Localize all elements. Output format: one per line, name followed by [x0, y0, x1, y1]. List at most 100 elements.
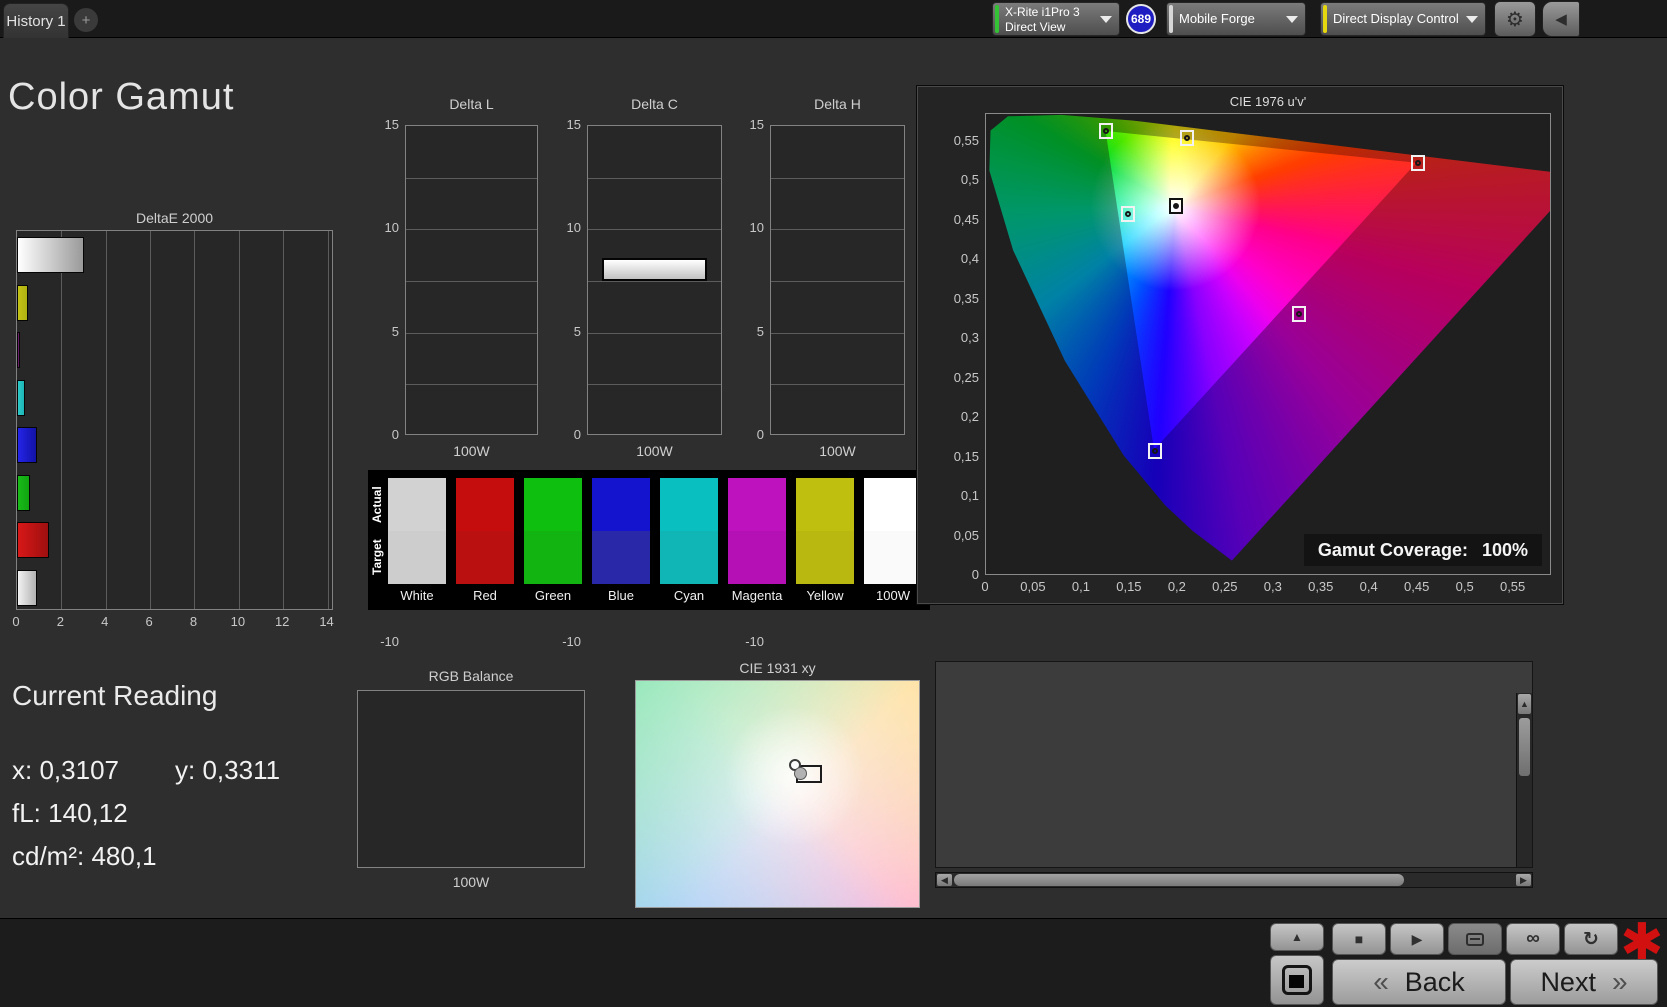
- delta-chart-plot: [770, 125, 905, 435]
- deltae-xtick: 14: [319, 614, 334, 629]
- pattern-series-button[interactable]: [1448, 923, 1502, 955]
- vertical-scroll-thumb[interactable]: [1519, 718, 1530, 776]
- swatch-actual-green: [524, 478, 582, 531]
- deltae-gridline: [194, 231, 196, 609]
- cie1931-title: CIE 1931 xy: [739, 660, 816, 676]
- swatch-target-blue: [592, 531, 650, 584]
- workflow-dropdown[interactable]: Direct Display Control: [1320, 2, 1486, 36]
- deltae-xtick: 12: [274, 614, 290, 629]
- cie1976-ytick: 0,15: [953, 448, 979, 464]
- marker-dot: [1124, 211, 1131, 218]
- gamut-coverage: Gamut Coverage: 100%: [1303, 534, 1542, 566]
- swatch-label: Blue: [607, 588, 635, 603]
- swatch-target-white: [388, 531, 446, 584]
- delta-gridline: [406, 281, 537, 282]
- deltae-bar-red: [17, 522, 49, 558]
- next-label: Next: [1540, 966, 1596, 997]
- swatch-label: White: [400, 588, 434, 603]
- scroll-left-icon[interactable]: ◀: [937, 874, 952, 886]
- swatch-actual-white: [388, 478, 446, 531]
- cie1931-actual-circle: [794, 767, 807, 780]
- workflow-status-stripe: [1323, 5, 1327, 33]
- chevron-down-icon: [1286, 16, 1298, 23]
- marker-dot: [1414, 159, 1421, 166]
- cie1976-xtick: 0: [981, 579, 989, 594]
- back-chevron-icon: «: [1373, 966, 1389, 997]
- swatch-actual-magenta: [728, 478, 786, 531]
- scroll-up-icon[interactable]: ▲: [1518, 694, 1531, 714]
- delta-bar: [602, 258, 707, 281]
- reading-fl-value: 140,12: [48, 798, 128, 828]
- loop-button[interactable]: ↻: [1564, 923, 1618, 955]
- reading-y-value: 0,3311: [202, 755, 281, 785]
- deltae-bar-yellow: [17, 284, 28, 321]
- reading-y: y: 0,3311: [175, 755, 280, 786]
- cie1976-marker-green: [1098, 123, 1113, 140]
- collapse-panel-button[interactable]: ◀: [1542, 1, 1580, 37]
- settings-button[interactable]: ⚙: [1494, 1, 1536, 37]
- delta-gridline: [588, 332, 721, 334]
- source-dropdown[interactable]: Mobile Forge: [1166, 2, 1306, 36]
- meter-name: X-Rite i1Pro 3: [1005, 5, 1080, 19]
- stop-icon: ■: [1354, 931, 1364, 947]
- cie1976-ytick: 0,2: [960, 409, 979, 425]
- swatch-label: 100W: [876, 588, 910, 603]
- reading-cd: cd/m²: 480,1: [12, 841, 157, 872]
- pattern-window-button[interactable]: [1270, 955, 1324, 1005]
- tab-history-1[interactable]: History 1: [3, 3, 69, 38]
- table-vertical-scrollbar[interactable]: ▲: [1516, 693, 1532, 867]
- cie1976-marker-red: [1410, 154, 1425, 171]
- swatch-actual-yellow: [796, 478, 854, 531]
- cie1976-panel: CIE 1976 u'v' Gamut Coverage: 100% 0,55 0…: [916, 85, 1564, 605]
- delta-gridline: [406, 384, 537, 386]
- cie1976-ytick: 0,1: [960, 488, 979, 504]
- cie1976-ytick: 0,5: [960, 172, 979, 188]
- table-horizontal-scrollbar[interactable]: ◀ ▶: [935, 872, 1533, 888]
- delta-chart-delta-l: Delta L151050-5-10-15100W: [365, 96, 538, 752]
- play-button[interactable]: ▶: [1390, 923, 1444, 955]
- back-button[interactable]: « Back: [1332, 959, 1506, 1005]
- pattern-window-up-button[interactable]: ▲: [1270, 923, 1324, 951]
- cie1976-marker-whitepoint: [1168, 198, 1183, 215]
- cie1976-xtick: 0,3: [1263, 579, 1282, 594]
- swatch-actual-100w: [864, 478, 922, 531]
- reading-x-label: x:: [12, 755, 33, 785]
- meter-dropdown[interactable]: X-Rite i1Pro 3 Direct View: [992, 2, 1120, 36]
- cie1976-xtick: 0,35: [1308, 579, 1334, 594]
- top-toolbar: History 1 + X-Rite i1Pro 3 Direct View 6…: [0, 0, 1667, 38]
- delta-gridline: [771, 177, 904, 179]
- gamut-coverage-value: 100%: [1481, 539, 1528, 560]
- deltae-xtick: 6: [145, 614, 153, 629]
- delta-gridline: [406, 332, 537, 334]
- rgb-balance-plot: [357, 690, 585, 868]
- deltae-gridline: [150, 231, 152, 609]
- marker-dot: [1172, 203, 1179, 210]
- deltae-bar-magenta: [17, 332, 20, 368]
- chevron-down-icon: [1100, 16, 1112, 23]
- loop-icon: ↻: [1583, 928, 1599, 950]
- swatch-target-100w: [864, 531, 922, 584]
- delta-chart-xlabel: 100W: [636, 443, 673, 459]
- delta-ytick: 10: [566, 220, 581, 236]
- bottom-pattern-bar: ▲ ■ ▶ ∞ ↻ ✱ « Back Next »: [0, 914, 1667, 1007]
- source-name: Mobile Forge: [1179, 11, 1255, 26]
- delta-ytick: 15: [566, 117, 581, 132]
- horizontal-scroll-thumb[interactable]: [954, 874, 1404, 886]
- next-button[interactable]: Next »: [1510, 959, 1658, 1005]
- add-tab-button[interactable]: +: [74, 8, 98, 32]
- delta-chart-title: Delta H: [814, 96, 861, 112]
- reading-fl-label: fL:: [12, 798, 41, 828]
- delta-ytick: 15: [749, 117, 764, 132]
- scroll-right-icon[interactable]: ▶: [1516, 874, 1531, 886]
- source-status-stripe: [1169, 5, 1173, 33]
- cie1976-ytick: 0,45: [953, 211, 979, 227]
- delta-chart-title: Delta C: [631, 96, 678, 112]
- cie1976-marker-cyan: [1120, 206, 1135, 223]
- continuous-measure-button[interactable]: ∞: [1506, 923, 1560, 955]
- stop-button[interactable]: ■: [1332, 923, 1386, 955]
- deltae-gridline: [283, 231, 285, 609]
- swatch-target-yellow: [796, 531, 854, 584]
- deltae-gridline: [238, 231, 240, 609]
- page-title: Color Gamut: [8, 76, 235, 118]
- deltae-gridline: [327, 231, 329, 609]
